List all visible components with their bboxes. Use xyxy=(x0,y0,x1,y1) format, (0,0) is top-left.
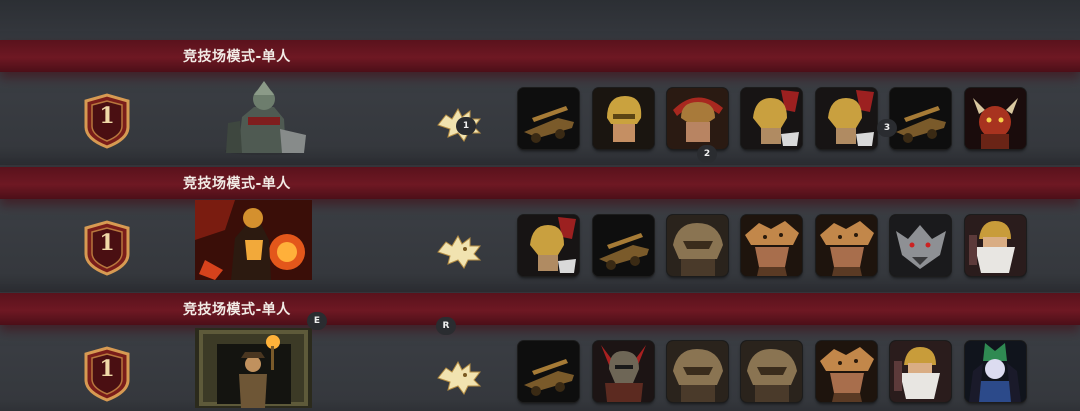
winged-helm-knight-icon[interactable] xyxy=(518,215,579,276)
rank-badge: 1 xyxy=(84,346,130,402)
match-row-3[interactable]: 竞技场模式-单人 1 xyxy=(0,293,1080,411)
bronze-helm-beast-icon[interactable] xyxy=(667,341,728,402)
marker-1[interactable]: 1 xyxy=(456,117,476,135)
match-row-1[interactable]: 竞技场模式-单人 1 xyxy=(0,40,1080,165)
gold-helmet-warrior-icon[interactable] xyxy=(593,88,654,149)
dwarf-elder-icon[interactable] xyxy=(890,341,951,402)
horned-demon-icon[interactable] xyxy=(965,88,1026,149)
werewolf-icon[interactable] xyxy=(890,215,951,276)
marker-3[interactable]: 3 xyxy=(877,119,897,137)
dwarf-elder-icon[interactable] xyxy=(965,215,1026,276)
row-header: 竞技场模式-单人 xyxy=(0,167,1080,199)
warlord-hero[interactable] xyxy=(220,77,310,155)
row-title: 竞技场模式-单人 xyxy=(183,49,291,65)
ballista-icon[interactable] xyxy=(518,88,579,149)
row-title: 竞技场模式-单人 xyxy=(183,302,291,318)
ballista-icon[interactable] xyxy=(890,88,951,149)
wolf-pelt-warrior-icon[interactable] xyxy=(741,215,802,276)
row-title: 竞技场模式-单人 xyxy=(183,176,291,192)
horned-helm-warrior-icon[interactable] xyxy=(593,341,654,402)
match-row-2[interactable]: 竞技场模式-单人 1 xyxy=(0,167,1080,292)
ballista-icon[interactable] xyxy=(518,341,579,402)
winged-helm-knight-icon[interactable] xyxy=(741,88,802,149)
wolf-pelt-warrior-icon[interactable] xyxy=(816,341,877,402)
row-header: 竞技场模式-单人 xyxy=(0,293,1080,325)
crimson-crest-gladiator-icon[interactable] xyxy=(667,88,728,149)
rank-badge: 1 xyxy=(84,93,130,149)
fire-forge-hero[interactable] xyxy=(195,200,312,280)
winged-helm-knight-icon[interactable] xyxy=(816,88,877,149)
ballista-icon[interactable] xyxy=(593,215,654,276)
wolf-emblem-icon xyxy=(436,234,482,270)
marker-r[interactable]: R xyxy=(436,317,456,335)
wolf-pelt-warrior-icon[interactable] xyxy=(816,215,877,276)
top-band xyxy=(0,0,1080,40)
row-header: 竞技场模式-单人 xyxy=(0,40,1080,72)
marker-2[interactable]: 2 xyxy=(697,145,717,163)
jade-queen-icon[interactable] xyxy=(965,341,1026,402)
torch-explorer-hero[interactable] xyxy=(195,328,312,408)
marker-e[interactable]: E xyxy=(307,312,327,330)
rank-badge: 1 xyxy=(84,220,130,276)
wolf-emblem-icon xyxy=(436,360,482,396)
bronze-helm-beast-icon[interactable] xyxy=(667,215,728,276)
bronze-helm-beast-icon[interactable] xyxy=(741,341,802,402)
